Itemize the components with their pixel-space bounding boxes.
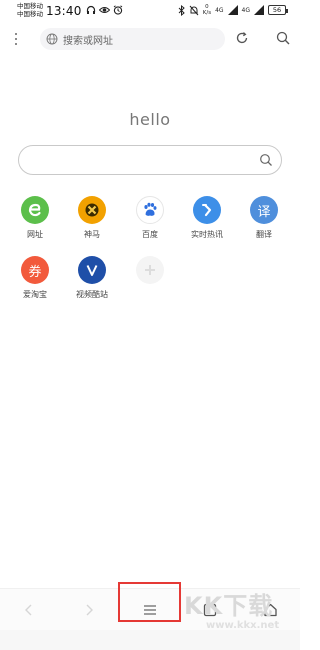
watermark-logo-text: KK下载	[184, 592, 274, 620]
shortcut-label: 翻译	[256, 230, 272, 239]
headphones-icon	[86, 5, 96, 14]
back-button[interactable]	[14, 596, 44, 624]
taobao-coupon-icon: 券	[21, 256, 49, 284]
refresh-icon[interactable]	[235, 31, 249, 45]
carrier-info: 中国移动 中国移动	[17, 2, 43, 18]
shortcut-label: 百度	[142, 230, 158, 239]
shenma-icon	[78, 196, 106, 224]
shortcut-shenma[interactable]: 神马	[67, 196, 117, 240]
shortcut-label: 神马	[84, 230, 100, 239]
add-shortcut-icon	[136, 256, 164, 284]
net-speed-unit: K/s	[202, 10, 212, 16]
more-menu-icon[interactable]	[12, 31, 20, 47]
signal-2-icon	[254, 5, 264, 15]
alarm-icon	[113, 5, 123, 15]
highlight-annotation-box	[118, 582, 181, 622]
browser-toolbar: 搜索或网址	[0, 26, 300, 52]
shortcut-label: 爱淘宝	[23, 290, 47, 299]
shortcut-label: 实时热讯	[191, 230, 223, 239]
globe-e-icon	[21, 196, 49, 224]
main-search-box[interactable]	[18, 145, 282, 175]
clock: 13:40	[46, 4, 82, 18]
network-speed: 0 K/s	[203, 4, 211, 16]
status-bar: 中国移动 中国移动 13:40 0 K/s 4G 4G 56	[0, 0, 300, 24]
signal-1-icon	[227, 5, 238, 15]
battery-icon: 56	[268, 5, 288, 15]
signal-1-label: 4G	[215, 6, 224, 14]
hot-news-icon	[193, 196, 221, 224]
notification-icons	[86, 5, 123, 15]
back-arrow-icon	[25, 604, 32, 616]
system-icons: 0 K/s 4G 4G 56	[178, 4, 288, 16]
shortcut-label: 视频酷站	[76, 290, 108, 299]
greeting-text: hello	[129, 110, 171, 129]
shortcut-baidu[interactable]: 百度	[125, 196, 175, 240]
shortcut-translate[interactable]: 译 翻译	[239, 196, 289, 240]
mute-bell-icon	[189, 5, 199, 15]
eye-icon	[99, 7, 110, 13]
carrier-2: 中国移动	[17, 10, 43, 18]
baidu-paw-icon	[136, 196, 164, 224]
site-watermark: KK下载 www.kkx.net	[180, 592, 298, 648]
carrier-1: 中国移动	[17, 2, 43, 10]
shortcut-video-site[interactable]: 视频酷站	[67, 256, 117, 300]
search-icon[interactable]	[276, 31, 290, 45]
bluetooth-icon	[178, 4, 185, 16]
search-box-magnifier-icon[interactable]	[259, 153, 273, 167]
shortcut-add[interactable]	[125, 256, 175, 284]
shortcut-ai-taobao[interactable]: 券 爱淘宝	[10, 256, 60, 300]
globe-icon	[46, 33, 58, 45]
watermark-url: www.kkx.net	[206, 620, 280, 631]
forward-button[interactable]	[74, 596, 104, 624]
address-bar[interactable]: 搜索或网址	[40, 28, 225, 50]
forward-arrow-icon	[86, 604, 93, 616]
shortcut-label: 网址	[27, 230, 43, 239]
address-placeholder: 搜索或网址	[63, 35, 113, 47]
video-site-icon	[78, 256, 106, 284]
shortcut-hot-news[interactable]: 实时热讯	[182, 196, 232, 240]
translate-icon: 译	[250, 196, 278, 224]
signal-2-label: 4G	[241, 6, 250, 14]
shortcut-wangzhi[interactable]: 网址	[10, 196, 60, 240]
